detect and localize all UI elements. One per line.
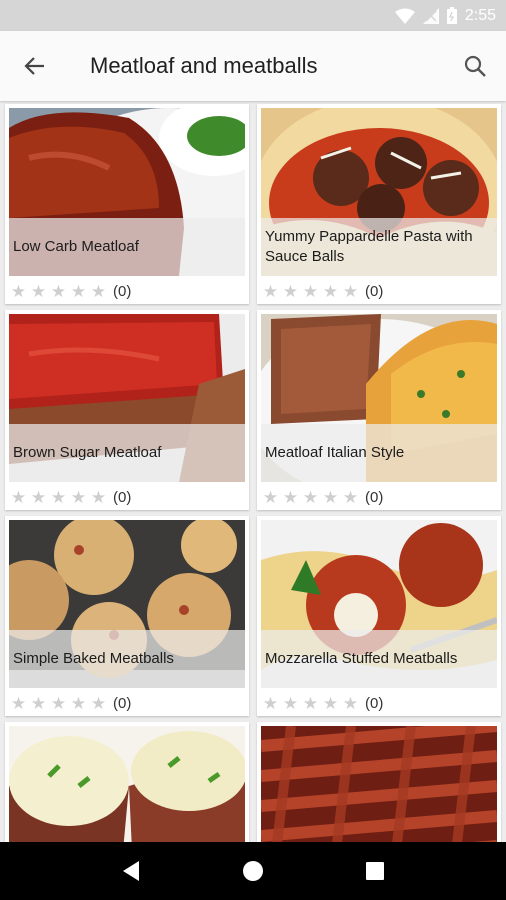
recipe-name: Yummy Pappardelle Pasta with Sauce Balls bbox=[265, 228, 473, 265]
star-icon: ★ bbox=[282, 487, 299, 507]
nav-home-icon bbox=[243, 861, 263, 881]
recipe-image: Meatloaf Italian Style bbox=[261, 314, 497, 482]
recipe-card[interactable] bbox=[257, 722, 501, 842]
nav-recents-icon bbox=[366, 862, 384, 880]
recipe-card[interactable]: Simple Baked Meatballs ★ ★ ★ ★ ★ (0) bbox=[5, 516, 249, 716]
nav-recents-button[interactable] bbox=[350, 846, 400, 896]
battery-icon bbox=[446, 7, 457, 24]
rating: ★ ★ ★ ★ ★ (0) bbox=[9, 280, 131, 302]
recipe-title-overlay: Simple Baked Meatballs bbox=[9, 630, 245, 688]
rating: ★ ★ ★ ★ ★ (0) bbox=[261, 486, 383, 508]
recipe-title-overlay: Yummy Pappardelle Pasta with Sauce Balls bbox=[261, 218, 497, 276]
star-icon: ★ bbox=[10, 693, 27, 713]
star-icon: ★ bbox=[302, 281, 319, 301]
recipe-name: Simple Baked Meatballs bbox=[13, 650, 174, 667]
recipe-card[interactable]: Low Carb Meatloaf ★ ★ ★ ★ ★ (0) bbox=[5, 104, 249, 304]
rating-count: (0) bbox=[113, 282, 132, 300]
rating: ★ ★ ★ ★ ★ (0) bbox=[261, 692, 383, 714]
nav-back-button[interactable] bbox=[106, 846, 156, 896]
recipe-image bbox=[261, 726, 497, 842]
star-icon: ★ bbox=[322, 693, 339, 713]
recipe-image: Yummy Pappardelle Pasta with Sauce Balls bbox=[261, 108, 497, 276]
recipe-title-overlay: Mozzarella Stuffed Meatballs bbox=[261, 630, 497, 688]
search-button[interactable] bbox=[444, 31, 506, 101]
signal-icon bbox=[422, 7, 439, 24]
rating: ★ ★ ★ ★ ★ (0) bbox=[9, 692, 131, 714]
star-icon: ★ bbox=[262, 281, 279, 301]
recipe-name: Brown Sugar Meatloaf bbox=[13, 444, 162, 461]
star-icon: ★ bbox=[50, 487, 67, 507]
star-icon: ★ bbox=[302, 487, 319, 507]
star-icon: ★ bbox=[322, 281, 339, 301]
rating-count: (0) bbox=[113, 694, 132, 712]
star-icon: ★ bbox=[262, 693, 279, 713]
star-icon: ★ bbox=[342, 281, 359, 301]
rating-count: (0) bbox=[365, 694, 384, 712]
page-title: Meatloaf and meatballs bbox=[90, 53, 318, 78]
wifi-icon bbox=[394, 8, 415, 24]
recipe-image: Simple Baked Meatballs bbox=[9, 520, 245, 688]
rating-count: (0) bbox=[365, 282, 384, 300]
recipe-card[interactable]: Mozzarella Stuffed Meatballs ★ ★ ★ ★ ★ (0) bbox=[257, 516, 501, 716]
recipe-image bbox=[9, 726, 245, 842]
app-bar: Meatloaf and meatballs bbox=[0, 31, 506, 101]
star-icon: ★ bbox=[70, 693, 87, 713]
recipe-grid: Low Carb Meatloaf ★ ★ ★ ★ ★ (0) Yummy Pappar… bbox=[0, 101, 506, 842]
recipe-title-overlay: Meatloaf Italian Style bbox=[261, 424, 497, 482]
star-icon: ★ bbox=[90, 281, 107, 301]
star-icon: ★ bbox=[322, 487, 339, 507]
rating-count: (0) bbox=[365, 488, 384, 506]
system-nav-bar bbox=[0, 842, 506, 900]
recipe-name: Low Carb Meatloaf bbox=[13, 238, 139, 255]
recipe-image: Brown Sugar Meatloaf bbox=[9, 314, 245, 482]
recipe-image: Mozzarella Stuffed Meatballs bbox=[261, 520, 497, 688]
recipe-title-overlay: Brown Sugar Meatloaf bbox=[9, 424, 245, 482]
recipe-card[interactable] bbox=[5, 722, 249, 842]
star-icon: ★ bbox=[262, 487, 279, 507]
star-icon: ★ bbox=[30, 487, 47, 507]
search-icon bbox=[464, 55, 486, 77]
status-bar: 2:55 bbox=[0, 0, 506, 31]
nav-home-button[interactable] bbox=[228, 846, 278, 896]
nav-back-icon bbox=[123, 861, 139, 881]
arrow-back-icon bbox=[24, 57, 44, 75]
star-icon: ★ bbox=[342, 693, 359, 713]
star-icon: ★ bbox=[90, 693, 107, 713]
recipe-card[interactable]: Yummy Pappardelle Pasta with Sauce Balls… bbox=[257, 104, 501, 304]
star-icon: ★ bbox=[30, 693, 47, 713]
back-button[interactable] bbox=[0, 31, 70, 101]
rating: ★ ★ ★ ★ ★ (0) bbox=[261, 280, 383, 302]
star-icon: ★ bbox=[30, 281, 47, 301]
recipe-name: Meatloaf Italian Style bbox=[265, 444, 405, 461]
star-icon: ★ bbox=[10, 487, 27, 507]
star-icon: ★ bbox=[282, 281, 299, 301]
rating-count: (0) bbox=[113, 488, 132, 506]
recipe-title-overlay: Low Carb Meatloaf bbox=[9, 218, 245, 276]
recipe-card[interactable]: Meatloaf Italian Style ★ ★ ★ ★ ★ (0) bbox=[257, 310, 501, 510]
star-icon: ★ bbox=[50, 693, 67, 713]
star-icon: ★ bbox=[50, 281, 67, 301]
recipe-image: Low Carb Meatloaf bbox=[9, 108, 245, 276]
star-icon: ★ bbox=[342, 487, 359, 507]
star-icon: ★ bbox=[70, 487, 87, 507]
rating: ★ ★ ★ ★ ★ (0) bbox=[9, 486, 131, 508]
recipe-name: Mozzarella Stuffed Meatballs bbox=[265, 650, 458, 667]
recipe-card[interactable]: Brown Sugar Meatloaf ★ ★ ★ ★ ★ (0) bbox=[5, 310, 249, 510]
star-icon: ★ bbox=[282, 693, 299, 713]
star-icon: ★ bbox=[90, 487, 107, 507]
clock: 2:55 bbox=[464, 6, 496, 24]
star-icon: ★ bbox=[302, 693, 319, 713]
star-icon: ★ bbox=[70, 281, 87, 301]
star-icon: ★ bbox=[10, 281, 27, 301]
